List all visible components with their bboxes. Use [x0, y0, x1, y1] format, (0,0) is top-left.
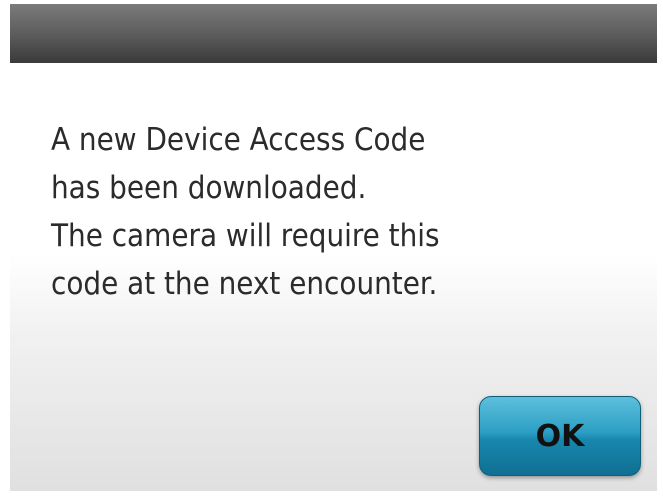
message-line: The camera will require this [51, 218, 440, 254]
ok-button[interactable]: OK [479, 396, 641, 476]
message-line: code at the next encounter. [51, 266, 438, 302]
dialog-title-bar [10, 4, 657, 63]
message-line: A new Device Access Code [51, 122, 426, 158]
message-line: has been downloaded. [51, 170, 367, 206]
dialog-message: A new Device Access Code has been downlo… [51, 116, 631, 308]
device-access-code-dialog: A new Device Access Code has been downlo… [10, 4, 657, 491]
